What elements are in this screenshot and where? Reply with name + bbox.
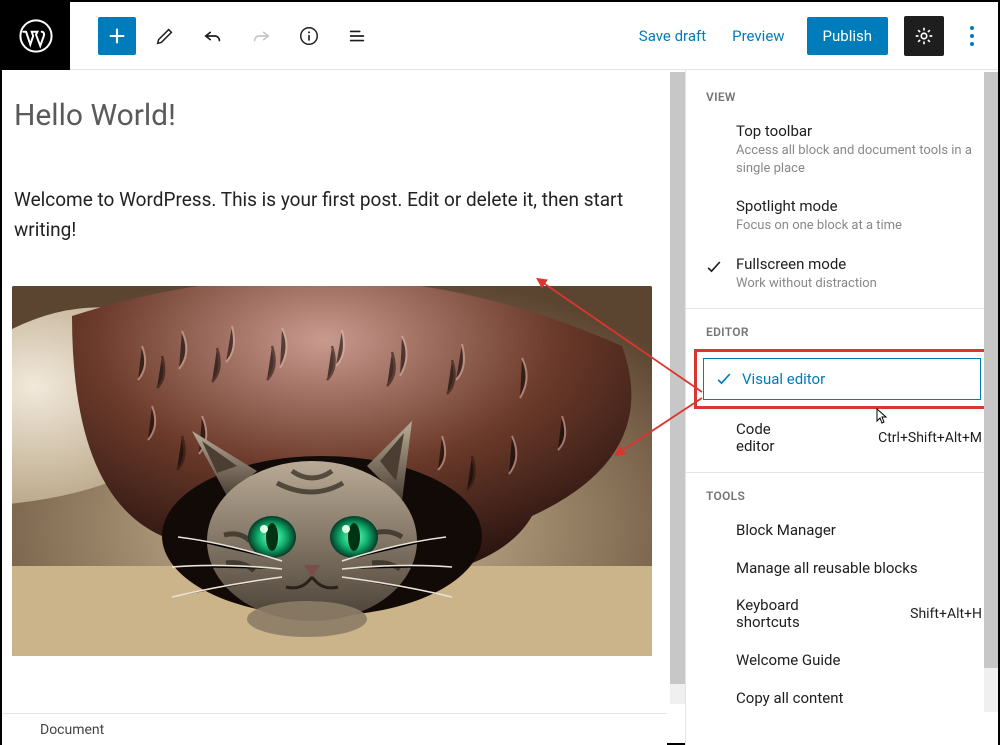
check-icon xyxy=(702,197,726,199)
cursor-icon xyxy=(872,408,888,428)
check-icon xyxy=(702,122,726,124)
menu-item-welcome-guide[interactable]: Welcome Guide xyxy=(686,641,998,679)
menu-shortcut: Ctrl+Shift+Alt+M xyxy=(878,430,982,446)
menu-title: Keyboard shortcuts xyxy=(736,597,826,632)
options-panel: VIEW Top toolbar Access all block and do… xyxy=(686,70,998,745)
scrollbar-thumb[interactable] xyxy=(670,72,685,684)
settings-button[interactable] xyxy=(904,16,944,56)
editor-canvas: Hello World! Welcome to WordPress. This … xyxy=(2,70,686,745)
publish-button[interactable]: Publish xyxy=(807,17,888,55)
divider xyxy=(686,308,998,309)
menu-item-block-manager[interactable]: Block Manager xyxy=(686,511,998,549)
menu-item-top-toolbar[interactable]: Top toolbar Access all block and documen… xyxy=(686,112,998,187)
annotation-highlight: Visual editor xyxy=(694,349,990,409)
panel-vertical-scrollbar[interactable] xyxy=(984,72,998,712)
document-tab-label: Document xyxy=(40,722,104,738)
section-header-tools: TOOLS xyxy=(686,479,998,511)
image-block[interactable] xyxy=(12,286,652,656)
menu-item-keyboard-shortcuts[interactable]: Keyboard shortcuts Shift+Alt+H xyxy=(686,587,998,642)
menu-item-manage-reusable-blocks[interactable]: Manage all reusable blocks xyxy=(686,549,998,587)
menu-title: Fullscreen mode xyxy=(736,255,982,273)
preview-button[interactable]: Preview xyxy=(722,19,794,53)
document-tab[interactable]: Document xyxy=(2,713,667,745)
edit-mode-button[interactable] xyxy=(146,17,184,55)
save-draft-button[interactable]: Save draft xyxy=(629,19,716,53)
wordpress-logo[interactable] xyxy=(2,2,70,70)
menu-item-copy-all-content[interactable]: Copy all content xyxy=(686,679,998,717)
menu-title: Visual editor xyxy=(742,370,825,388)
divider xyxy=(686,472,998,473)
cat-image xyxy=(12,286,652,656)
check-icon xyxy=(714,369,734,389)
more-options-button[interactable] xyxy=(954,16,990,56)
post-paragraph[interactable]: Welcome to WordPress. This is your first… xyxy=(10,185,630,246)
editor-vertical-scrollbar[interactable] xyxy=(670,72,685,704)
menu-desc: Focus on one block at a time xyxy=(736,217,982,235)
menu-title: Top toolbar xyxy=(736,122,982,140)
menu-title: Block Manager xyxy=(736,521,836,539)
undo-button[interactable] xyxy=(194,17,232,55)
menu-item-spotlight-mode[interactable]: Spotlight mode Focus on one block at a t… xyxy=(686,187,998,245)
redo-button[interactable] xyxy=(242,17,280,55)
info-button[interactable] xyxy=(290,17,328,55)
menu-item-code-editor[interactable]: Code editor Ctrl+Shift+Alt+M xyxy=(686,411,998,466)
menu-title: Welcome Guide xyxy=(736,651,840,669)
menu-item-fullscreen-mode[interactable]: Fullscreen mode Work without distraction xyxy=(686,245,998,303)
menu-title: Copy all content xyxy=(736,689,843,707)
menu-item-visual-editor[interactable]: Visual editor xyxy=(703,358,981,400)
outline-button[interactable] xyxy=(338,17,376,55)
menu-desc: Work without distraction xyxy=(736,275,982,293)
editor-toolbar: Save draft Preview Publish xyxy=(2,2,998,70)
menu-shortcut: Shift+Alt+H xyxy=(910,606,982,622)
check-icon xyxy=(702,255,726,277)
scrollbar-thumb[interactable] xyxy=(984,72,998,668)
section-header-editor: EDITOR xyxy=(686,315,998,347)
menu-title: Code editor xyxy=(736,421,806,456)
menu-desc: Access all block and document tools in a… xyxy=(736,142,982,177)
add-block-button[interactable] xyxy=(98,17,136,55)
post-title[interactable]: Hello World! xyxy=(10,98,677,133)
menu-title: Spotlight mode xyxy=(736,197,982,215)
menu-title: Manage all reusable blocks xyxy=(736,559,918,577)
section-header-view: VIEW xyxy=(686,80,998,112)
